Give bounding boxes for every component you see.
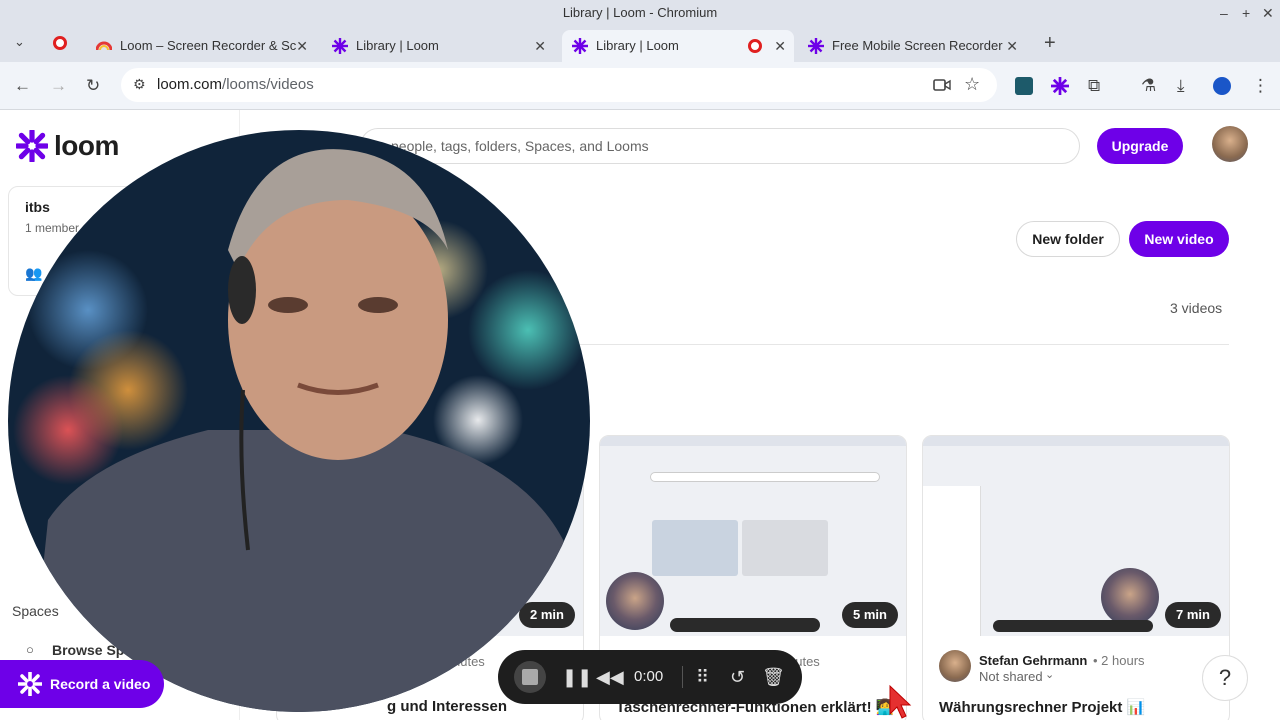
window-title: Library | Loom - Chromium (562, 5, 718, 20)
url-host: loom.com (157, 76, 223, 93)
thumb-titlebar (923, 436, 1229, 446)
tab-recording-icon (748, 39, 762, 53)
user-avatar[interactable] (1212, 126, 1248, 162)
new-video-button[interactable]: New video (1129, 221, 1229, 257)
tab-free-mobile-recorder[interactable]: Free Mobile Screen Recorder ✕ (798, 30, 1030, 62)
members-icon[interactable]: 👥 (25, 265, 42, 282)
upgrade-button[interactable]: Upgrade (1097, 128, 1183, 164)
restart-icon[interactable]: ↺ (730, 650, 745, 704)
loom-logo-icon (18, 672, 42, 696)
help-button[interactable]: ? (1202, 655, 1248, 701)
browser-toolbar: ← → ↻ ⚙ loom.com/looms/videos ☆ ⧉ ⚗ ⤓ ⋮ (0, 62, 1280, 110)
new-tab-icon[interactable]: + (1044, 32, 1056, 55)
thumb-dropdown (923, 486, 981, 636)
thumb-card (742, 520, 828, 576)
loom-favicon-icon (808, 38, 824, 54)
spaces-heading: Spaces (12, 603, 59, 619)
video-count: 3 videos (1170, 300, 1223, 316)
camera-in-use-icon[interactable] (933, 78, 951, 92)
browse-spaces-icon: ○ (26, 642, 34, 657)
stop-icon (522, 669, 538, 685)
sharing-status[interactable]: Not shared (979, 669, 1043, 684)
tab-close-icon[interactable]: ✕ (774, 30, 786, 62)
back-icon[interactable]: ← (14, 76, 31, 96)
close-window-icon[interactable]: ✕ (1262, 0, 1274, 26)
duration-badge: 7 min (1165, 602, 1221, 628)
search-placeholder: people, tags, folders, Spaces, and Looms (391, 138, 649, 154)
pause-icon[interactable]: ❚❚ (562, 650, 592, 704)
tab-close-icon[interactable]: ✕ (1006, 30, 1018, 62)
site-settings-icon[interactable]: ⚙ (133, 76, 146, 93)
record-video-button[interactable]: Record a video (0, 660, 164, 708)
menu-kebab-icon[interactable]: ⋮ (1252, 76, 1269, 96)
extensions-puzzle-icon[interactable]: ⧉ (1088, 76, 1100, 96)
minimize-icon[interactable]: – (1220, 0, 1228, 26)
url-text: loom.com/looms/videos (157, 68, 314, 102)
rewind-icon[interactable]: ◀◀ (596, 650, 624, 704)
video-title[interactable]: Währungsrechner Projekt 📊 (939, 698, 1145, 716)
tab-strip: ⌄ Loom – Screen Recorder & Sc ✕ Library … (0, 26, 1280, 62)
tab-close-icon[interactable]: ✕ (534, 30, 546, 62)
window-titlebar: Library | Loom - Chromium – + ✕ (0, 0, 1280, 26)
video-time: • 2 hours (1093, 653, 1145, 668)
tab-close-icon[interactable]: ✕ (296, 30, 308, 62)
url-path: /looms/videos (222, 76, 314, 93)
chevron-down-icon[interactable]: ⌄ (1045, 668, 1054, 681)
drag-handle-icon[interactable]: ⠿ (696, 650, 709, 704)
loom-favicon-icon (332, 38, 348, 54)
thumb-card (652, 520, 738, 576)
thumb-titlebar (600, 436, 906, 446)
tab-library-loom[interactable]: Library | Loom ✕ (322, 30, 554, 62)
thumb-camera-bubble (606, 572, 664, 630)
tab-label: Free Mobile Screen Recorder (832, 38, 1003, 53)
thumb-bar (993, 620, 1153, 632)
thumb-search (650, 472, 880, 482)
bookmark-star-icon[interactable]: ☆ (964, 74, 980, 95)
trash-icon[interactable]: 🗑 (762, 650, 785, 704)
tab-label: Loom – Screen Recorder & Sc (120, 38, 297, 53)
address-bar[interactable]: ⚙ loom.com/looms/videos ☆ (121, 68, 997, 102)
profile-icon[interactable] (1213, 77, 1231, 95)
thumb-camera-bubble (1101, 568, 1159, 626)
new-folder-button[interactable]: New folder (1016, 221, 1120, 257)
author-avatar[interactable] (939, 650, 971, 682)
search-input[interactable]: people, tags, folders, Spaces, and Looms (360, 128, 1080, 164)
recording-controls: ❚❚ ◀◀ 0:00 ⠿ ↺ 🗑 (498, 650, 802, 704)
tab-library-loom-active[interactable]: Library | Loom ✕ (562, 30, 794, 62)
maximize-icon[interactable]: + (1242, 0, 1250, 26)
video-title[interactable]: g und Interessen (387, 698, 507, 715)
forward-icon[interactable]: → (50, 76, 67, 96)
loom-favicon-icon (572, 38, 588, 54)
tab-label: Library | Loom (356, 38, 439, 53)
duration-badge: 2 min (519, 602, 575, 628)
duration-badge: 5 min (842, 602, 898, 628)
extension-loom-icon[interactable] (1051, 77, 1069, 95)
thumb-bar (670, 618, 820, 632)
downloads-icon[interactable]: ⤓ (1177, 76, 1185, 96)
record-video-label: Record a video (50, 676, 151, 692)
reload-icon[interactable]: ↻ (86, 76, 100, 96)
mouse-cursor-icon (889, 684, 912, 719)
chrome-webstore-icon (96, 41, 112, 51)
video-card[interactable]: 7 min Stefan Gehrmann • 2 hours Not shar… (922, 435, 1230, 720)
stop-button[interactable] (514, 661, 546, 693)
recording-timer: 0:00 (634, 668, 664, 685)
author-name[interactable]: Stefan Gehrmann (979, 653, 1087, 668)
divider (682, 666, 683, 688)
labs-flask-icon[interactable]: ⚗ (1141, 76, 1156, 96)
camera-bubble[interactable] (8, 130, 590, 712)
extension-react-icon[interactable] (1015, 77, 1033, 95)
loom-logo-icon[interactable] (16, 130, 48, 162)
loom-wordmark[interactable]: loom (54, 130, 119, 162)
workspace-name: itbs (25, 199, 50, 215)
webcam-person-image (28, 149, 590, 712)
tab-label: Library | Loom (596, 38, 679, 53)
tab-search-icon[interactable]: ⌄ (14, 34, 25, 50)
recording-indicator-icon (53, 36, 67, 50)
tab-loom-recorder[interactable]: Loom – Screen Recorder & Sc ✕ (86, 30, 316, 62)
workspace-members: 1 member (25, 221, 80, 235)
